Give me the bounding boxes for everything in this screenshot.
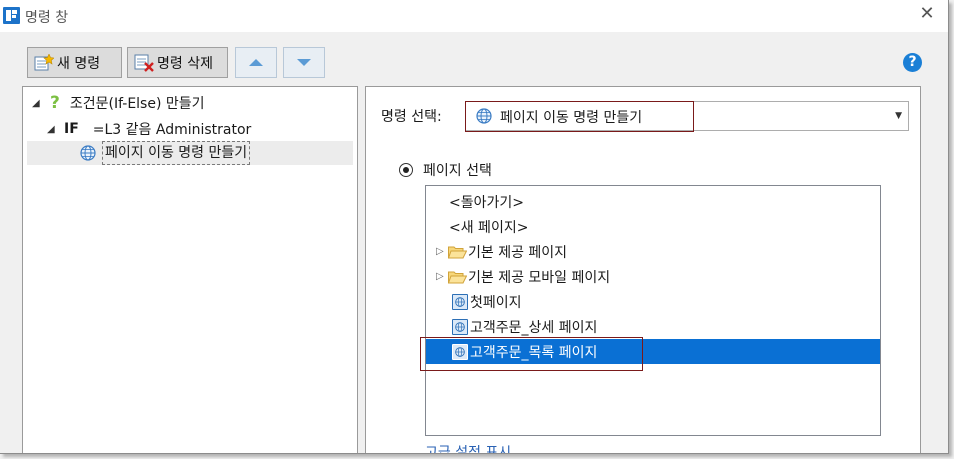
page-select-radio[interactable] xyxy=(399,163,413,177)
tree-node-root[interactable]: ◢ ? 조건문(If-Else) 만들기 xyxy=(32,92,205,114)
arrow-down-icon xyxy=(297,59,311,66)
close-icon[interactable]: ✕ xyxy=(916,3,938,25)
tree-node-child[interactable]: 페이지 이동 명령 만들기 xyxy=(27,141,353,165)
list-item[interactable]: 고객주문_상세 페이지 xyxy=(426,314,880,339)
list-item[interactable]: ▷ 기본 제공 모바일 페이지 xyxy=(426,264,880,289)
page-globe-icon xyxy=(452,293,468,310)
arrow-up-icon xyxy=(249,59,263,66)
page-globe-icon xyxy=(452,318,468,335)
new-command-icon xyxy=(34,53,54,70)
page-select-radio-label: 페이지 선택 xyxy=(423,163,492,179)
expanded-triangle-icon[interactable]: ◢ xyxy=(32,98,44,109)
collapsed-triangle-icon[interactable]: ▷ xyxy=(436,246,448,257)
app-logo-icon xyxy=(3,7,20,24)
list-item[interactable]: 첫페이지 xyxy=(426,289,880,314)
help-icon[interactable]: ? xyxy=(903,53,922,72)
command-select-label: 명령 선택: xyxy=(381,109,442,125)
question-icon: ? xyxy=(50,93,60,113)
move-down-button[interactable] xyxy=(283,47,325,78)
command-window: 명령 창 ✕ 새 명령 명령 삭제 ? ◢ ? 조건문(If-Else) 만들기… xyxy=(0,0,949,454)
new-command-button[interactable]: 새 명령 xyxy=(27,47,122,78)
folder-icon xyxy=(448,246,467,258)
list-item[interactable]: ▷ 기본 제공 페이지 xyxy=(426,239,880,264)
list-item-label: 첫페이지 xyxy=(470,294,522,311)
window-title: 명령 창 xyxy=(25,10,69,26)
highlight-box-command xyxy=(465,101,694,132)
folder-icon xyxy=(448,271,467,283)
advanced-settings-link[interactable]: 고급 설정 표시 xyxy=(425,442,511,453)
tree-node-child-label: 페이지 이동 명령 만들기 xyxy=(102,141,251,165)
if-condition: =L3 같음 Administrator xyxy=(92,122,252,138)
collapsed-triangle-icon[interactable]: ▷ xyxy=(436,271,448,282)
list-item-label: 기본 제공 페이지 xyxy=(468,244,568,261)
delete-command-label: 명령 삭제 xyxy=(157,55,213,72)
list-item[interactable]: <돌아가기> xyxy=(426,189,880,214)
new-command-label: 새 명령 xyxy=(57,55,101,72)
highlight-box-page xyxy=(420,337,643,371)
title-bar: 명령 창 ✕ xyxy=(0,0,948,32)
delete-command-icon xyxy=(134,54,154,72)
globe-icon xyxy=(80,145,96,165)
dropdown-arrow-icon[interactable]: ▼ xyxy=(895,111,902,121)
move-up-button[interactable] xyxy=(235,47,277,78)
list-item-label: <돌아가기> xyxy=(449,194,524,211)
delete-command-button[interactable]: 명령 삭제 xyxy=(127,47,228,78)
list-item-label: 기본 제공 모바일 페이지 xyxy=(468,269,611,286)
tree-node-root-label: 조건문(If-Else) 만들기 xyxy=(69,96,205,112)
list-item-label: <새 페이지> xyxy=(449,219,529,236)
tree-node-if[interactable]: ◢ IF =L3 같음 Administrator xyxy=(47,118,251,140)
list-item[interactable]: <새 페이지> xyxy=(426,214,880,239)
list-item-label: 고객주문_상세 페이지 xyxy=(470,319,598,336)
expanded-triangle-icon[interactable]: ◢ xyxy=(47,124,59,135)
if-keyword: IF xyxy=(64,121,79,137)
page-list[interactable]: <돌아가기> <새 페이지> ▷ 기본 제공 페이지 ▷ 기본 제공 모바일 페… xyxy=(425,185,881,436)
